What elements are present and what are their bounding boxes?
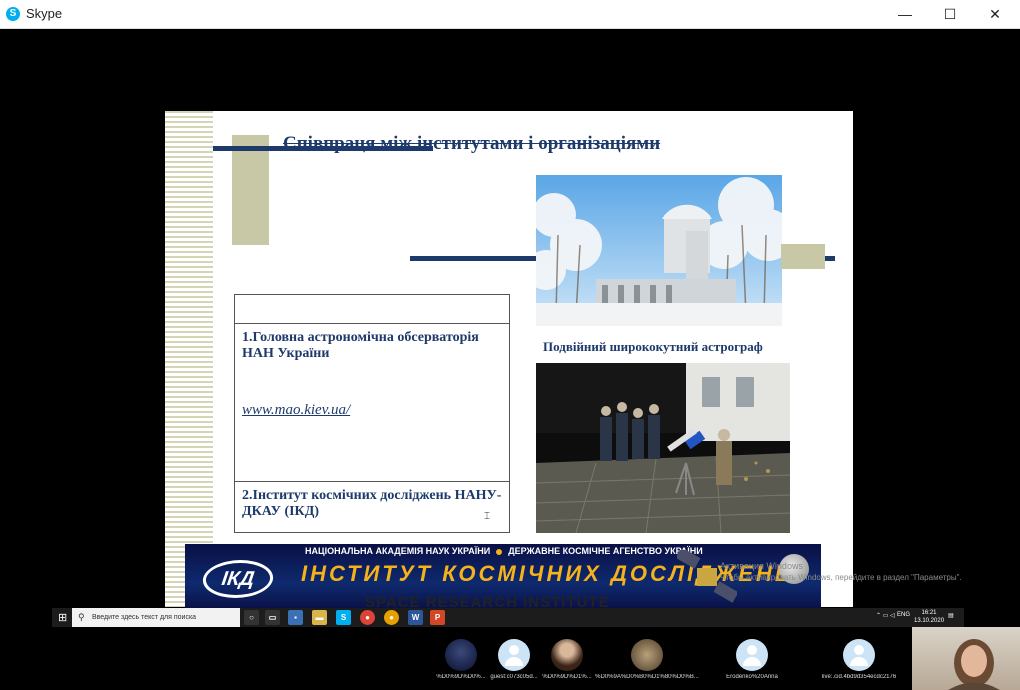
astrograph-photo xyxy=(536,363,790,533)
banner-nasu-label: НАЦІОНАЛЬНА АКАДЕМІЯ НАУК УКРАЇНИ xyxy=(305,546,491,556)
taskbar-clock: 16:21 13.10.2020 xyxy=(914,609,944,625)
presentation-slide: Співпраця між інститутами і організаціям… xyxy=(165,111,853,607)
table-row-mao: 1.Головна астрономічна обсерваторія НАН … xyxy=(234,323,510,482)
table-row-ikd: 2.Інститут космічних досліджень НАНУ-ДКА… xyxy=(234,481,510,533)
word-icon[interactable]: W xyxy=(408,610,423,625)
app-icon-save[interactable]: ▪ xyxy=(288,610,303,625)
avatar xyxy=(631,639,663,671)
slide-decoration-block-2 xyxy=(781,244,825,269)
banner-dot-icon xyxy=(496,548,503,555)
slide-title: Співпраця між інститутами і організаціям… xyxy=(283,133,661,154)
photo-caption: Подвійний ширококутний астрограф xyxy=(543,339,763,354)
participants-strip: %D0%9D%D0%... guest:c073c05d... %D0%9D%D… xyxy=(0,627,1020,690)
clock-time: 16:21 xyxy=(921,610,937,616)
minimize-button[interactable]: — xyxy=(882,0,928,28)
participant-name: live:.cid.4bd9d354ecdc2176 xyxy=(821,674,897,680)
skype-taskbar-icon[interactable]: S xyxy=(336,610,351,625)
chrome-icon-2[interactable]: ● xyxy=(384,610,399,625)
remote-taskbar: ⊞ ⚲ Введите здесь текст для поиска ○ ▭ ▪… xyxy=(52,608,964,627)
window-title: Skype xyxy=(26,6,63,21)
institution-title-mao: 1.Головна астрономічна обсерваторія НАН … xyxy=(242,330,479,361)
clock-date: 13.10.2020 xyxy=(914,618,945,624)
skype-logo-icon: S xyxy=(6,7,20,21)
participant-tile[interactable]: %D0%9A%D0%B0%D1%80%D0%B... xyxy=(592,627,702,690)
banner-top-line: НАЦІОНАЛЬНА АКАДЕМІЯ НАУК УКРАЇНИ ДЕРЖАВН… xyxy=(305,546,703,556)
activation-title: Активация Windows xyxy=(720,561,803,571)
participant-tile[interactable]: Erodenko%20Anna xyxy=(697,627,807,690)
tray-icons: ⌃ ▭ ◁ xyxy=(876,613,895,619)
participant-name: Erodenko%20Anna xyxy=(726,674,778,680)
institution-title-ikd: 2.Інститут космічних досліджень НАНУ-ДКА… xyxy=(242,488,502,519)
taskbar-search-box[interactable]: ⚲ Введите здесь текст для поиска xyxy=(72,608,240,627)
slide-decoration-stripes xyxy=(165,111,213,607)
slide-decoration-block xyxy=(232,135,269,245)
close-button[interactable]: ✕ xyxy=(972,0,1018,28)
default-avatar-icon xyxy=(736,639,768,671)
cortana-icon[interactable]: ○ xyxy=(244,610,259,625)
maximize-button[interactable]: ☐ xyxy=(927,0,973,28)
institutions-table: 1.Головна астрономічна обсерваторія НАН … xyxy=(234,294,510,533)
text-cursor-icon: ⌶ xyxy=(484,511,490,522)
mao-website-link[interactable]: www.mao.kiev.ua/ xyxy=(242,402,502,419)
ikd-logo: ІКД xyxy=(200,560,276,598)
shared-screen: Співпраця між інститутами і організаціям… xyxy=(0,29,1020,627)
participant-name: %D0%9A%D0%B0%D1%80%D0%B... xyxy=(595,674,699,680)
windows-activation-watermark: Активация Windows Чтобы активировать Win… xyxy=(720,561,962,583)
chrome-icon[interactable]: ● xyxy=(360,610,375,625)
avatar xyxy=(551,639,583,671)
default-avatar-icon xyxy=(843,639,875,671)
language-indicator[interactable]: ENG xyxy=(897,612,910,618)
file-explorer-icon[interactable]: ▬ xyxy=(312,610,327,625)
table-header-cell xyxy=(234,294,510,324)
title-bar: S Skype — ☐ ✕ xyxy=(0,0,1020,29)
task-view-icon[interactable]: ▭ xyxy=(265,610,280,625)
observatory-photo xyxy=(536,175,782,326)
self-video-preview[interactable] xyxy=(912,627,1020,690)
taskbar-search-placeholder: Введите здесь текст для поиска xyxy=(92,614,197,621)
search-icon: ⚲ xyxy=(78,612,85,622)
banner-dkau-label: ДЕРЖАВНЕ КОСМІЧНЕ АГЕНСТВО УКРАЇНИ xyxy=(508,546,703,556)
notifications-icon[interactable]: ▤ xyxy=(948,612,954,619)
windows-start-icon[interactable]: ⊞ xyxy=(58,611,67,624)
powerpoint-icon[interactable]: P xyxy=(430,610,445,625)
participant-tile[interactable]: live:.cid.4bd9d354ecdc2176 xyxy=(804,627,914,690)
activation-text: Чтобы активировать Windows, перейдите в … xyxy=(720,573,962,582)
